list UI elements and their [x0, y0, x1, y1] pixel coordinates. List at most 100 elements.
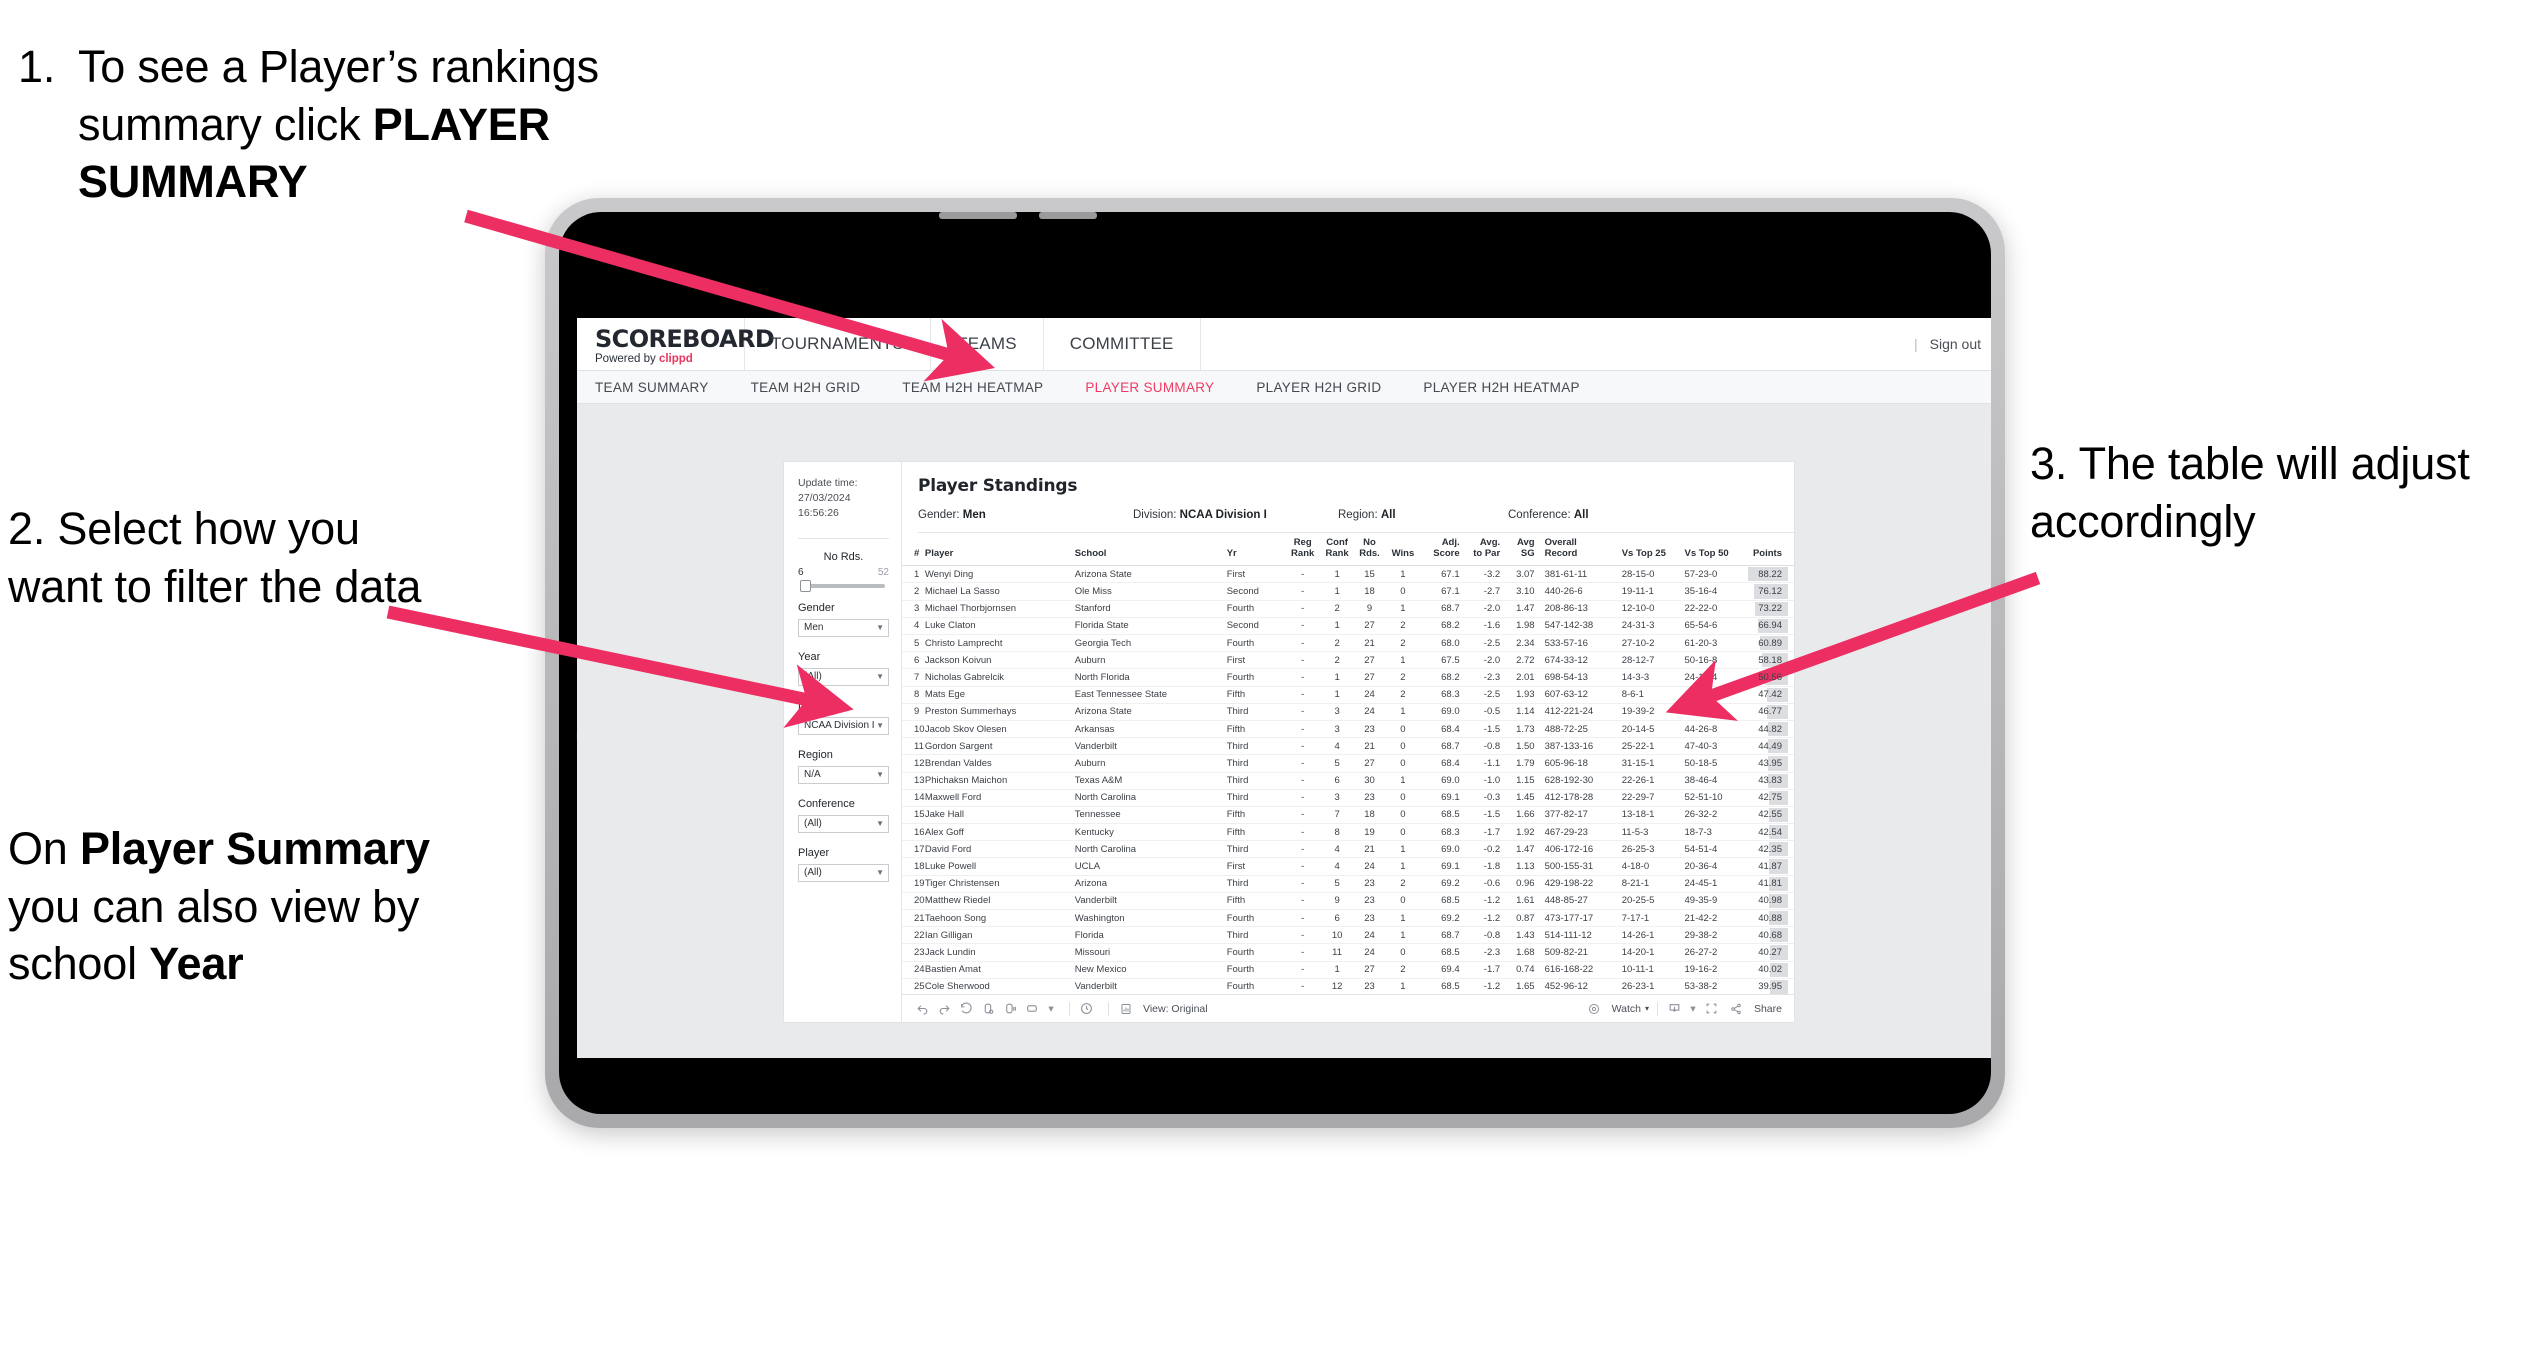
table-row[interactable]: 3 Michael Thorbjornsen Stanford Fourth -2 9 1 6… — [902, 600, 1794, 618]
col-player[interactable]: Player — [924, 533, 1075, 567]
table-cell: Fourth — [1226, 943, 1286, 962]
table-row[interactable]: 15 Jake Hall Tennessee Fifth -7 18 0 68.5 -1.5 1.… — [902, 806, 1794, 825]
table-cell: 26-23-1 — [1621, 978, 1685, 994]
volume-up-button[interactable] — [939, 212, 1017, 219]
tab-team-summary[interactable]: TEAM SUMMARY — [595, 380, 731, 395]
nav-item-teams[interactable]: TEAMS — [931, 318, 1044, 370]
table-cell: 67.1 — [1421, 565, 1460, 584]
tab-player-summary[interactable]: PLAYER SUMMARY — [1085, 380, 1236, 395]
year-select[interactable]: (All) ▼ — [798, 667, 889, 686]
table-row[interactable]: 22 Ian Gilligan Florida Third -10 24 1 68.7 -0.8… — [902, 926, 1794, 945]
region-select[interactable]: N/A ▼ — [798, 765, 889, 784]
player-select[interactable]: (All) ▼ — [798, 863, 889, 882]
table-cell: Michael La Sasso — [924, 582, 1075, 601]
layout-dropdown-icon[interactable]: ▾ — [1046, 1000, 1056, 1017]
table-cell: 67.5 — [1421, 651, 1460, 670]
tab-team-h2h-heatmap[interactable]: TEAM H2H HEATMAP — [902, 380, 1065, 395]
col-points[interactable]: Points — [1747, 533, 1794, 567]
nav-item-committee[interactable]: COMMITTEE — [1044, 318, 1201, 370]
table-cell: 2.72 — [1500, 651, 1535, 670]
table-row[interactable]: 10 Jacob Skov Olesen Arkansas Fifth -3 23 0 68.… — [902, 720, 1794, 739]
table-scroll-region[interactable]: # Player School Yr Reg Rank Conf Rank No Rd… — [902, 533, 1794, 994]
watch-button[interactable]: Watch ▾ — [1586, 1000, 1649, 1017]
table-row[interactable]: 23 Jack Lundin Missouri Fourth -11 24 0 68.5 -2.… — [902, 943, 1794, 962]
table-cell: 47-40-3 — [1684, 737, 1748, 756]
table-row[interactable]: 24 Bastien Amat New Mexico Fourth -1 27 2 69.4-… — [902, 961, 1794, 979]
table-cell: 27 — [1354, 754, 1385, 773]
table-row[interactable]: 17 David Ford North Carolina Third -4 21 1 69.0… — [902, 840, 1794, 859]
history-icon[interactable] — [1078, 1000, 1095, 1017]
table-row[interactable]: 1 Wenyi Ding Arizona State First -1 15 1 67.1 -3… — [902, 565, 1794, 584]
table-row[interactable]: 6 Jackson Koivun Auburn First -2 27 1 67.5 -2.0 2… — [902, 651, 1794, 670]
table-row[interactable]: 9 Preston Summerhays Arizona State Third -3 2… — [902, 703, 1794, 721]
table-cell: - — [1285, 720, 1320, 739]
table-row[interactable]: 7 Nicholas Gabrelcik North Florida Fourth -1… — [902, 668, 1794, 687]
table-row[interactable]: 4 Luke Claton Florida State Second -1 27 2 68.2… — [902, 617, 1794, 636]
table-row[interactable]: 19 Tiger Christensen Arizona Third -5 23 2 69.2… — [902, 875, 1794, 893]
table-cell: - — [1285, 823, 1320, 842]
gender-select[interactable]: Men ▼ — [798, 618, 889, 637]
col-vs-top-50[interactable]: Vs Top 50 — [1684, 533, 1748, 567]
table-cell: 69.4 — [1421, 961, 1460, 979]
table-cell: 27 — [1354, 651, 1385, 670]
no-rounds-slider-handle[interactable] — [800, 579, 811, 592]
table-row[interactable]: 20 Matthew Riedel Vanderbilt Fifth -9 23 0 68.5… — [902, 892, 1794, 911]
table-cell: 12-16-3 — [1684, 686, 1748, 704]
col-reg-rank[interactable]: Reg Rank — [1285, 533, 1320, 567]
undo-icon[interactable] — [914, 1000, 931, 1017]
tab-player-h2h-grid[interactable]: PLAYER H2H GRID — [1256, 380, 1403, 395]
table-row[interactable]: 16 Alex Goff Kentucky Fifth -8 19 0 68.3 -1.7 1.9… — [902, 823, 1794, 842]
table-row[interactable]: 8 Mats Ege East Tennessee State Fifth -1 24 2 6… — [902, 686, 1794, 704]
share-button[interactable]: Share — [1728, 1000, 1782, 1017]
table-cell: 26-25-3 — [1621, 840, 1685, 859]
table-row[interactable]: 12 Brendan Valdes Auburn Third -5 27 0 68.4 -1.1… — [902, 754, 1794, 773]
table-row[interactable]: 14 Maxwell Ford North Carolina Third -3 23 0 69… — [902, 789, 1794, 807]
chevron-down-icon: ▼ — [876, 818, 884, 828]
no-rounds-slider[interactable] — [800, 579, 885, 592]
table-row[interactable]: 2 Michael La Sasso Ole Miss Second -1 18 0 67.1… — [902, 582, 1794, 601]
col-school[interactable]: School — [1074, 533, 1227, 567]
table-row[interactable]: 13 Phichaksn Maichon Texas A&M Third -6 30 1 69… — [902, 772, 1794, 790]
table-cell: 6 — [1319, 909, 1355, 928]
table-cell: 68.5 — [1421, 943, 1460, 962]
revert-icon[interactable] — [958, 1000, 975, 1017]
table-row[interactable]: 25 Cole Sherwood Vanderbilt Fourth -12 23 1 68.… — [902, 978, 1794, 994]
table-cell: Auburn — [1074, 651, 1227, 670]
table-cell: Bastien Amat — [924, 961, 1075, 979]
nav-item-tournaments[interactable]: TOURNAMENTS — [745, 318, 932, 370]
tab-player-h2h-heatmap[interactable]: PLAYER H2H HEATMAP — [1423, 380, 1601, 395]
device-layout-icon[interactable] — [1024, 1000, 1041, 1017]
col-avg-to-par[interactable]: Avg. to Par — [1459, 533, 1501, 567]
download-dropdown-icon[interactable]: ▾ — [1688, 1000, 1698, 1017]
fullscreen-icon[interactable] — [1703, 1000, 1720, 1017]
col-conf-rank[interactable]: Conf Rank — [1319, 533, 1355, 567]
tab-team-h2h-grid[interactable]: TEAM H2H GRID — [751, 380, 883, 395]
col-year[interactable]: Yr — [1226, 533, 1286, 567]
table-cell: First — [1226, 651, 1286, 670]
download-icon[interactable] — [1666, 1000, 1683, 1017]
division-select[interactable]: NCAA Division I ▼ — [798, 716, 889, 735]
table-row[interactable]: 11 Gordon Sargent Vanderbilt Third -4 21 0 68.7… — [902, 737, 1794, 756]
refresh-icon[interactable] — [980, 1000, 997, 1017]
col-vs-top-25[interactable]: Vs Top 25 — [1621, 533, 1685, 567]
table-row[interactable]: 5 Christo Lamprecht Georgia Tech Fourth -2 21… — [902, 634, 1794, 653]
table-row[interactable]: 18 Luke Powell UCLA First -4 24 1 69.1 -1.8 1.13 5… — [902, 857, 1794, 876]
view-original-button[interactable]: View: Original — [1117, 1000, 1208, 1017]
table-cell: Cole Sherwood — [924, 978, 1075, 994]
volume-down-button[interactable] — [1039, 212, 1097, 219]
conference-select[interactable]: (All) ▼ — [798, 814, 889, 833]
pause-auto-update-icon[interactable] — [1002, 1000, 1019, 1017]
table-row[interactable]: 21 Taehoon Song Washington Fourth -6 23 1 69.2-… — [902, 909, 1794, 928]
table-cell: 69.2 — [1421, 875, 1460, 893]
col-avg-sg[interactable]: Avg SG — [1500, 533, 1535, 567]
col-no-rds[interactable]: No Rds. — [1354, 533, 1385, 567]
redo-icon[interactable] — [936, 1000, 953, 1017]
col-adj-score[interactable]: Adj. Score — [1421, 533, 1460, 567]
col-rank[interactable]: # — [902, 533, 925, 567]
table-cell: - — [1285, 754, 1320, 773]
table-cell: 68.7 — [1421, 600, 1460, 618]
sign-out-link[interactable]: Sign out — [1930, 336, 1981, 352]
col-wins[interactable]: Wins — [1384, 533, 1422, 567]
col-overall-record[interactable]: Overall Record — [1534, 533, 1622, 567]
table-cell: 69.1 — [1421, 857, 1460, 876]
